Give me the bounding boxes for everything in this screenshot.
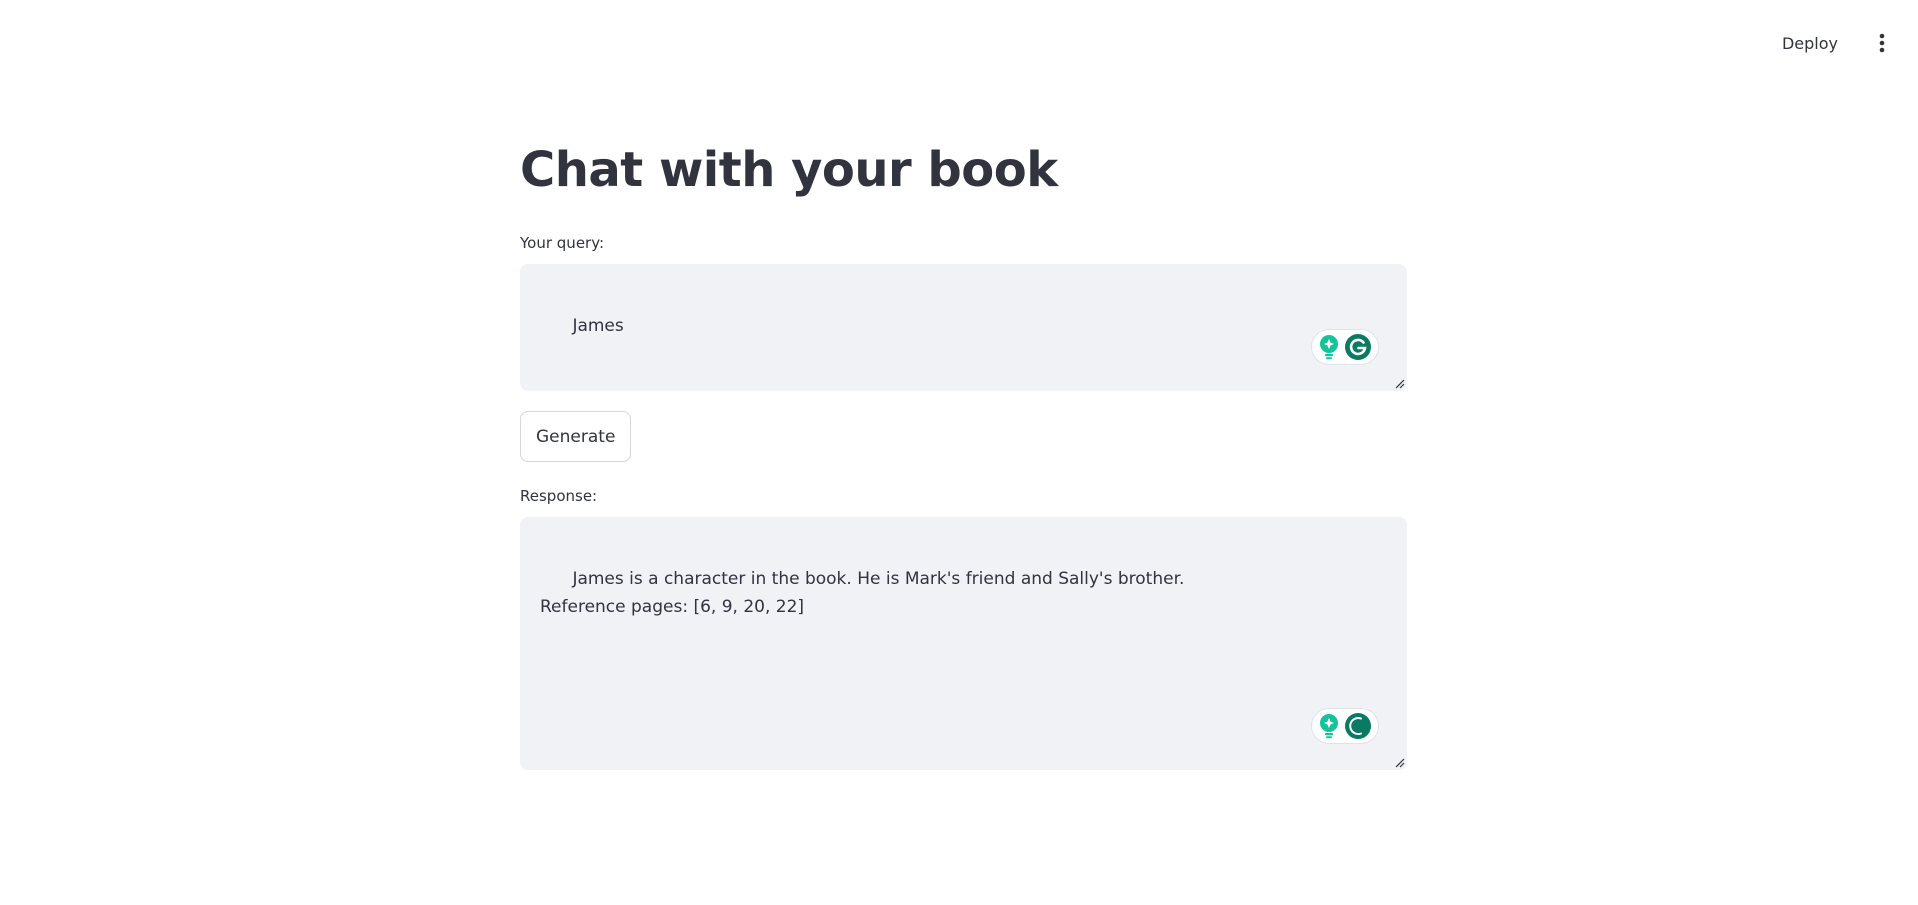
top-toolbar: Deploy [1770, 0, 1918, 86]
resize-handle-icon[interactable] [1393, 377, 1405, 389]
grammarly-widget-response[interactable] [1311, 708, 1379, 744]
grammarly-loading-icon [1345, 713, 1371, 739]
lightbulb-icon [1320, 335, 1338, 360]
page-title: Chat with your book [520, 142, 1058, 198]
vertical-dots-icon [1879, 33, 1885, 53]
main-menu-button[interactable] [1868, 25, 1896, 61]
lightbulb-icon [1320, 714, 1338, 739]
response-text: James is a character in the book. He is … [540, 569, 1185, 617]
query-textarea[interactable]: James [520, 264, 1407, 391]
deploy-button[interactable]: Deploy [1770, 26, 1850, 61]
resize-handle-icon[interactable] [1393, 756, 1405, 768]
response-label: Response: [520, 487, 598, 505]
response-textarea[interactable]: James is a character in the book. He is … [520, 517, 1407, 770]
grammarly-logo-icon [1345, 334, 1371, 360]
query-label: Your query: [520, 234, 605, 252]
app-root: Deploy Chat with your book Your query: J… [0, 0, 1918, 905]
grammarly-widget[interactable] [1311, 329, 1379, 365]
generate-button[interactable]: Generate [520, 411, 632, 462]
query-text: James [572, 316, 624, 336]
